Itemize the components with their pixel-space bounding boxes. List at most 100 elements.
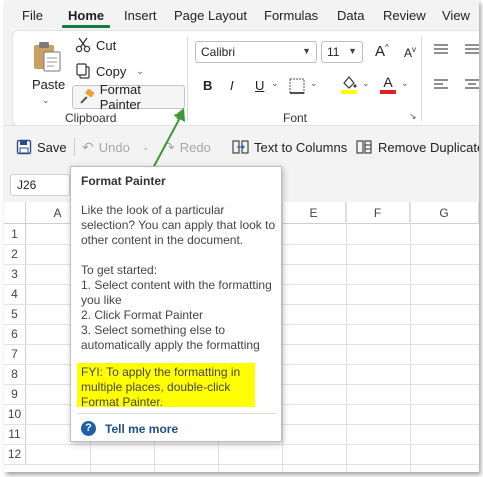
font-size-combo[interactable]: 11 ▼ [321, 41, 363, 63]
cut-button[interactable]: Cut [75, 37, 116, 53]
row-header-10[interactable]: 10 [4, 404, 26, 424]
gridline [346, 202, 347, 472]
group-separator [187, 37, 188, 121]
tab-file[interactable]: File [22, 8, 43, 23]
format-painter-button[interactable]: Format Painter [72, 82, 185, 112]
row-header-1[interactable]: 1 [4, 224, 26, 244]
align-middle-icon[interactable] [464, 78, 479, 92]
remove-duplicates-icon [356, 140, 372, 154]
row-header-3[interactable]: 3 [4, 264, 26, 284]
tell-me-more-link[interactable]: ? Tell me more [81, 421, 178, 436]
gridline [4, 444, 479, 445]
decrease-font-size-button[interactable]: Av [404, 45, 416, 60]
tooltip-description: Like the look of a particular selection?… [81, 203, 276, 247]
tooltip-title: Format Painter [81, 174, 166, 188]
tab-formulas[interactable]: Formulas [264, 8, 318, 23]
row-header-8[interactable]: 8 [4, 364, 26, 384]
cut-label: Cut [96, 37, 117, 53]
chevron-down-icon: ⌄ [141, 142, 150, 152]
tooltip-fyi-highlight: FYI: To apply the formatting in multiple… [77, 363, 255, 409]
select-all-corner[interactable] [4, 202, 26, 224]
quick-access-toolbar: Save ↶ Undo ⌄ ↷ Redo Text to Columns Rem… [4, 126, 479, 168]
column-header-f[interactable]: F [346, 202, 410, 224]
font-name-combo[interactable]: Calibri ▼ [195, 41, 317, 63]
row-header-9[interactable]: 9 [4, 384, 26, 404]
row-header-2[interactable]: 2 [4, 244, 26, 264]
tab-insert[interactable]: Insert [124, 8, 157, 23]
fill-color-icon[interactable] [340, 74, 358, 94]
row-header-11[interactable]: 11 [4, 424, 26, 444]
undo-button[interactable]: ↶ Undo ⌄ [82, 139, 149, 156]
font-color-button[interactable]: A [380, 74, 396, 94]
tab-review[interactable]: Review [383, 8, 426, 23]
tab-page-layout[interactable]: Page Layout [174, 8, 247, 23]
copy-icon [76, 63, 90, 79]
borders-icon[interactable] [289, 78, 305, 94]
format-painter-label: Format Painter [99, 82, 141, 112]
format-painter-tooltip: Format Painter Like the look of a partic… [70, 166, 282, 442]
remove-duplicates-button[interactable]: Remove Duplicates [356, 139, 479, 155]
chevron-down-icon[interactable]: ⌄ [310, 78, 318, 89]
align-left-icon[interactable] [433, 78, 449, 92]
increase-font-size-button[interactable]: A^ [375, 43, 389, 60]
gridline [4, 464, 479, 465]
copy-button[interactable]: Copy ⌄ [75, 63, 144, 79]
tooltip-divider [77, 413, 277, 414]
group-separator [421, 37, 422, 121]
increase-font-label: A [375, 43, 386, 60]
italic-button[interactable]: I [230, 78, 234, 93]
row-header-4[interactable]: 4 [4, 284, 26, 304]
paste-label: Paste [32, 77, 66, 92]
menu-bar: File Home Insert Page Layout Formulas Da… [4, 0, 479, 30]
column-header-e[interactable]: E [282, 202, 346, 224]
tab-data[interactable]: Data [337, 8, 364, 23]
qat-separator [74, 138, 75, 156]
chevron-down-icon[interactable]: ⌄ [401, 78, 409, 89]
tab-home[interactable]: Home [68, 8, 104, 23]
tooltip-body: Like the look of a particular selection?… [81, 203, 277, 353]
bold-button[interactable]: B [203, 78, 212, 93]
chevron-down-icon[interactable]: ⌄ [362, 78, 370, 89]
excel-window: File Home Insert Page Layout Formulas Da… [4, 0, 479, 472]
tooltip-steps: To get started: 1. Select content with t… [81, 263, 277, 353]
tab-view[interactable]: View [442, 8, 470, 23]
row-header-12[interactable]: 12 [4, 444, 26, 464]
save-label: Save [37, 139, 67, 155]
name-box[interactable]: J26 [10, 174, 70, 196]
undo-label: Undo [98, 140, 130, 155]
chevron-down-icon[interactable]: ⌄ [271, 78, 279, 89]
align-top-icon[interactable] [433, 43, 449, 57]
align-center-icon[interactable] [464, 43, 479, 57]
ribbon-panel: Paste ⌄ Cut Copy ⌄ Format Painter Clipbo… [12, 30, 479, 126]
underline-button[interactable]: U [255, 78, 264, 93]
row-header-5[interactable]: 5 [4, 304, 26, 324]
font-size-value: 11 [327, 45, 340, 59]
tooltip-step-line: 2. Click Format Painter [81, 308, 204, 322]
gridline [282, 202, 283, 472]
gridline [410, 202, 411, 472]
chevron-down-icon: ▼ [302, 46, 311, 56]
chevron-down-icon[interactable]: ⌄ [136, 66, 144, 77]
font-color-label: A [383, 74, 393, 90]
decrease-font-label: A [404, 46, 413, 60]
column-header-g[interactable]: G [410, 202, 479, 224]
tooltip-step-line: To get started: [81, 263, 158, 277]
font-name-value: Calibri [201, 45, 236, 59]
undo-icon: ↶ [82, 139, 94, 155]
redo-button[interactable]: ↷ Redo [163, 139, 211, 156]
save-button[interactable]: Save [16, 139, 67, 155]
active-tab-indicator [62, 25, 110, 28]
copy-label: Copy [96, 63, 127, 79]
text-to-columns-button[interactable]: Text to Columns [232, 139, 347, 155]
clipboard-group-label: Clipboard [65, 111, 117, 125]
font-color-swatch [380, 90, 396, 94]
tooltip-step-line: 1. Select content with the formatting yo… [81, 278, 272, 307]
save-icon [16, 139, 32, 155]
paste-button[interactable]: Paste ⌄ [21, 37, 71, 107]
tooltip-step-line: 3. Select something else to automaticall… [81, 323, 260, 352]
row-header-7[interactable]: 7 [4, 344, 26, 364]
dialog-launcher-icon[interactable]: ↘ [173, 111, 181, 122]
remove-duplicates-label: Remove Duplicates [378, 139, 479, 155]
dialog-launcher-icon[interactable]: ↘ [409, 111, 417, 122]
row-header-6[interactable]: 6 [4, 324, 26, 344]
